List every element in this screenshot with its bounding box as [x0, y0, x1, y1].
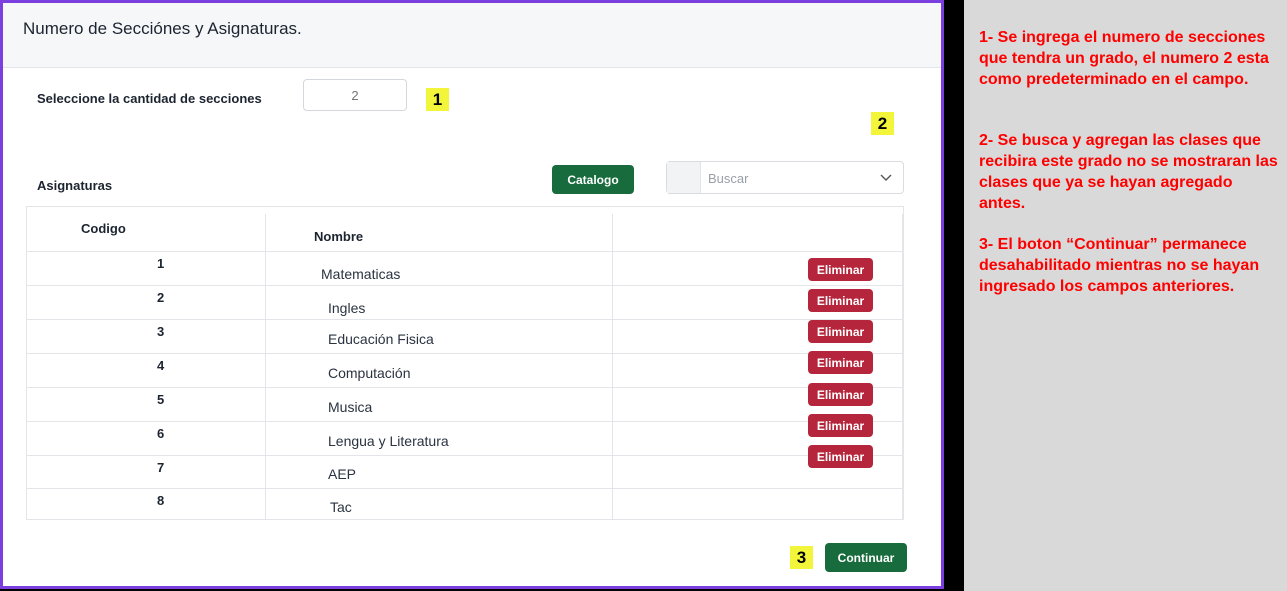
- step-marker-2: 2: [871, 112, 894, 135]
- delete-button[interactable]: Eliminar: [808, 414, 873, 437]
- annotation-note-3: 3- El boton “Continuar” permanece desaha…: [979, 236, 1260, 295]
- table-row: 1 Matematicas Eliminar: [27, 252, 903, 286]
- row-code: 5: [157, 392, 165, 407]
- table-row: 4 Computación Eliminar: [27, 351, 903, 388]
- chevron-down-icon[interactable]: [879, 171, 893, 185]
- step-marker-3: 3: [790, 546, 813, 569]
- row-code: 4: [157, 358, 165, 373]
- row-name: Lengua y Literatura: [328, 433, 449, 449]
- dialog-title: Numero de Secciónes y Asignaturas.: [23, 19, 302, 38]
- sections-label: Seleccione la cantidad de secciones: [37, 91, 262, 106]
- row-name: Educación Fisica: [328, 331, 434, 347]
- table-row: 7 AEP Eliminar: [27, 445, 903, 489]
- annotation-note-2: 2- Se busca y agregan las clases que rec…: [979, 132, 1278, 212]
- delete-button[interactable]: Eliminar: [808, 289, 873, 312]
- row-name: Computación: [328, 365, 411, 381]
- table-row: 5 Musica Eliminar: [27, 383, 903, 422]
- delete-button[interactable]: Eliminar: [808, 445, 873, 468]
- subjects-table: Codigo Nombre 1 Matematicas Eliminar 2 I…: [26, 206, 904, 520]
- search-addon: [667, 162, 701, 193]
- row-name: Ingles: [328, 300, 366, 316]
- delete-button[interactable]: Eliminar: [808, 258, 873, 281]
- column-header-code: Codigo: [81, 221, 126, 236]
- subject-search-select[interactable]: Buscar: [666, 161, 904, 194]
- row-code: 7: [157, 460, 165, 475]
- dialog-panel: Numero de Secciónes y Asignaturas. Selec…: [0, 0, 944, 589]
- row-code: 2: [157, 290, 165, 305]
- sections-input[interactable]: [303, 79, 407, 111]
- delete-button[interactable]: Eliminar: [808, 383, 873, 406]
- row-code: 1: [157, 256, 165, 271]
- row-name: Matematicas: [321, 266, 401, 282]
- dialog-header: Numero de Secciónes y Asignaturas.: [3, 3, 941, 68]
- delete-button[interactable]: Eliminar: [808, 320, 873, 343]
- row-name: Tac: [330, 499, 352, 515]
- row-name: AEP: [328, 466, 357, 482]
- subjects-label: Asignaturas: [37, 178, 113, 193]
- column-header-name: Nombre: [314, 229, 364, 244]
- row-code: 6: [157, 426, 165, 441]
- annotation-note-1: 1- Se ingrega el numero de secciones que…: [979, 29, 1269, 88]
- search-placeholder: Buscar: [708, 171, 749, 186]
- table-row: 8 Tac: [27, 489, 903, 521]
- row-code: 3: [157, 324, 165, 339]
- annotation-panel: 1- Se ingrega el numero de secciones que…: [964, 0, 1287, 591]
- row-name: Musica: [328, 399, 373, 415]
- continue-button[interactable]: Continuar: [825, 543, 907, 572]
- table-row: 2 Ingles Eliminar: [27, 286, 903, 320]
- table-row: 6 Lengua y Literatura Eliminar: [27, 414, 903, 456]
- delete-button[interactable]: Eliminar: [808, 351, 873, 374]
- table-row: 3 Educación Fisica Eliminar: [27, 320, 903, 354]
- step-marker-1: 1: [426, 88, 449, 111]
- row-code: 8: [157, 493, 165, 508]
- catalog-button[interactable]: Catalogo: [552, 165, 634, 194]
